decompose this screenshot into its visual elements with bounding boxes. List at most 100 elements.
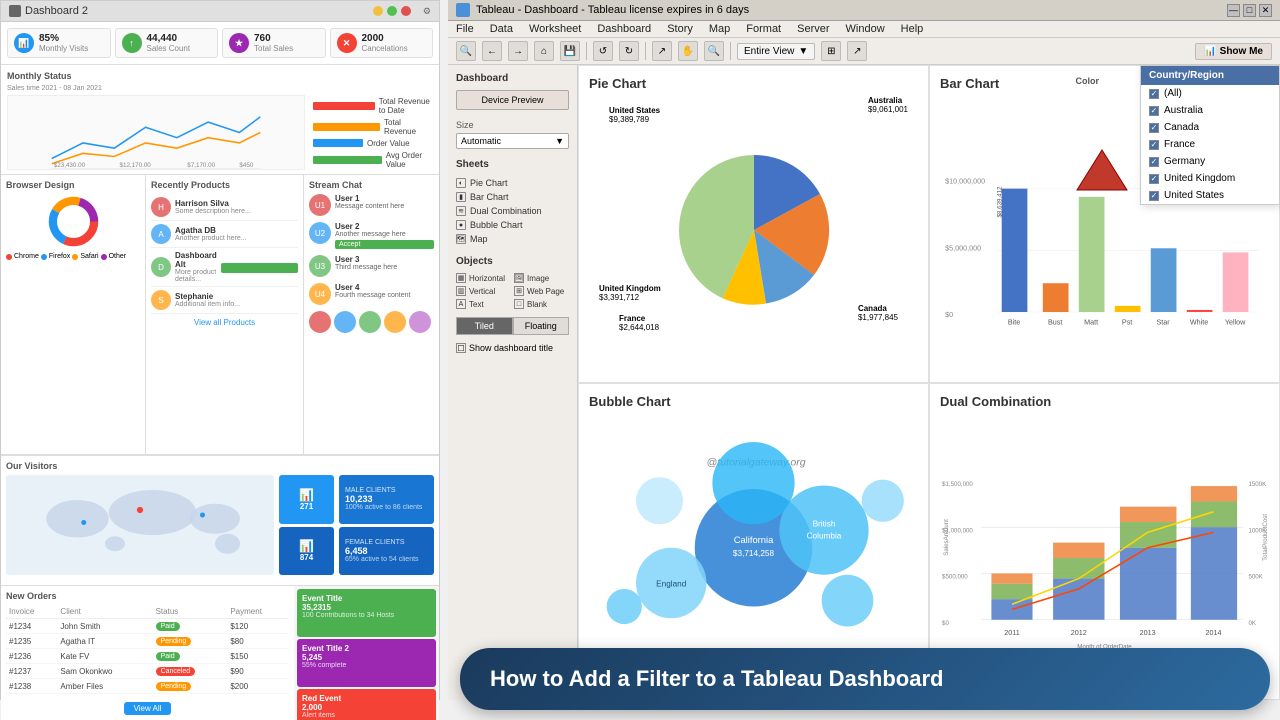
sidebar-item-pie-chart[interactable]: ◐ Pie Chart — [456, 176, 569, 190]
avatar: U2 — [309, 222, 331, 244]
male-clients-title: MALE CLIENTS — [345, 487, 428, 494]
sidebar-item-bubble-chart[interactable]: ● Bubble Chart — [456, 218, 569, 232]
filter-checkbox-canada: ✓ — [1149, 123, 1159, 133]
menu-format[interactable]: Format — [746, 23, 781, 35]
undo-btn[interactable]: ↺ — [593, 41, 613, 61]
object-blank[interactable]: □ Blank — [514, 299, 569, 309]
object-text[interactable]: A Text — [456, 299, 511, 309]
sidebar-item-dual-combination[interactable]: ≋ Dual Combination — [456, 204, 569, 218]
avatar — [409, 311, 431, 333]
svg-text:500K: 500K — [1248, 573, 1263, 580]
menu-file[interactable]: File — [456, 23, 474, 35]
checkbox-icon: ☐ — [456, 343, 466, 353]
filter-item-germany[interactable]: ✓ Germany — [1141, 153, 1279, 170]
country-filter-dropdown[interactable]: Country/Region ✓ (All) ✓ Australia ✓ Can… — [1140, 65, 1280, 205]
event-sub-2: 55% complete — [302, 662, 431, 669]
tableau-icon — [456, 3, 470, 17]
select-btn[interactable]: ↗ — [652, 41, 672, 61]
view-all-products-link[interactable]: View all Products — [151, 318, 298, 327]
sidebar-item-map[interactable]: 🗺 Map — [456, 232, 569, 246]
product-name: Agatha DB — [175, 226, 298, 235]
male-clients-value: 10,233 — [345, 494, 428, 504]
x-label-2013: 2013 — [1140, 628, 1156, 637]
event-title-3: Red Event — [302, 694, 431, 703]
size-dropdown[interactable]: Automatic ▼ — [456, 133, 569, 149]
filter-item-france[interactable]: ✓ France — [1141, 136, 1279, 153]
kpi-card-3: ★ 760 Total Sales — [222, 28, 326, 58]
female-clients-value: 6,458 — [345, 546, 428, 556]
event-cards: Event Title 35,2315 100 Contributions to… — [294, 586, 439, 720]
close-btn[interactable] — [401, 6, 411, 16]
view-selector[interactable]: Entire View ▼ — [737, 43, 815, 60]
event-value-1: 35,2315 — [302, 603, 431, 612]
view-all-button[interactable]: View All — [124, 702, 172, 715]
floating-button[interactable]: Floating — [513, 317, 570, 335]
col-invoice: Invoice — [6, 605, 57, 619]
menu-story[interactable]: Story — [667, 23, 693, 35]
new-orders-title: New Orders — [6, 591, 289, 601]
search-toolbar-btn[interactable]: 🔍 — [456, 41, 476, 61]
visitor-info-cards: MALE CLIENTS 10,233 100% active to 86 cl… — [339, 475, 434, 575]
maximize-btn[interactable] — [387, 6, 397, 16]
bubble-6 — [862, 479, 904, 521]
tiled-button[interactable]: Tiled — [456, 317, 513, 335]
menu-data[interactable]: Data — [490, 23, 513, 35]
home-btn[interactable]: ⌂ — [534, 41, 554, 61]
save-btn[interactable]: 💾 — [560, 41, 580, 61]
avatar — [384, 311, 406, 333]
filter-item-uk[interactable]: ✓ United Kingdom — [1141, 170, 1279, 187]
filter-item-us[interactable]: ✓ United States — [1141, 187, 1279, 204]
forward-btn[interactable]: → — [508, 41, 528, 61]
object-image[interactable]: 🖼 Image — [514, 273, 569, 283]
settings-icon[interactable]: ⚙ — [423, 6, 431, 17]
show-me-button[interactable]: 📊 Show Me — [1195, 43, 1272, 60]
menu-dashboard[interactable]: Dashboard — [597, 23, 651, 35]
svg-text:$450: $450 — [239, 162, 253, 169]
redo-btn[interactable]: ↻ — [619, 41, 639, 61]
product-desc: More product details... — [175, 269, 217, 283]
menu-worksheet[interactable]: Worksheet — [529, 23, 581, 35]
kpi-icon-1: 📊 — [14, 33, 34, 53]
share-btn[interactable]: ↗ — [847, 41, 867, 61]
fix-axes-btn[interactable]: ⊞ — [821, 41, 841, 61]
maximize-button[interactable]: □ — [1243, 4, 1256, 17]
stream-chat-title: Stream Chat — [309, 180, 434, 190]
menu-server[interactable]: Server — [797, 23, 829, 35]
svg-text:$500,000: $500,000 — [942, 573, 968, 580]
filter-item-canada[interactable]: ✓ Canada — [1141, 119, 1279, 136]
pie-label-france: France $2,644,018 — [619, 314, 659, 332]
recently-products-section: Recently Products H Harrison Silva Some … — [146, 175, 304, 454]
object-horizontal[interactable]: ▦ Horizontal — [456, 273, 511, 283]
event-sub-1: 100 Contributions to 34 Hosts — [302, 612, 431, 619]
sidebar-item-bar-chart[interactable]: ▮ Bar Chart — [456, 190, 569, 204]
close-button[interactable]: ✕ — [1259, 4, 1272, 17]
sheets-title: Sheets — [456, 159, 569, 170]
vertical-icon: ▥ — [456, 286, 466, 296]
filter-item-australia[interactable]: ✓ Australia — [1141, 102, 1279, 119]
device-preview-button[interactable]: Device Preview — [456, 90, 569, 110]
menu-map[interactable]: Map — [709, 23, 730, 35]
show-title-checkbox[interactable]: ☐ Show dashboard title — [456, 343, 569, 353]
object-webpage[interactable]: ⊞ Web Page — [514, 286, 569, 296]
progress-bar — [221, 263, 298, 273]
minimize-button[interactable]: — — [1227, 4, 1240, 17]
back-btn[interactable]: ← — [482, 41, 502, 61]
menu-window[interactable]: Window — [846, 23, 885, 35]
monthly-status-section: Monthly Status Sales time 2021 - 08 Jan … — [1, 65, 439, 175]
zoom-btn[interactable]: 🔍 — [704, 41, 724, 61]
filter-label-france: France — [1164, 139, 1195, 150]
y-right-title: TotalProductCost — [1262, 513, 1269, 560]
view-all-btn[interactable]: View All — [6, 698, 289, 716]
filter-item-all[interactable]: ✓ (All) — [1141, 85, 1279, 102]
pan-btn[interactable]: ✋ — [678, 41, 698, 61]
object-vertical[interactable]: ▥ Vertical — [456, 286, 511, 296]
menu-help[interactable]: Help — [901, 23, 924, 35]
minimize-btn[interactable] — [373, 6, 383, 16]
dashboard-titlebar: Dashboard 2 ⚙ — [1, 1, 439, 22]
accept-button[interactable]: Accept — [335, 240, 434, 249]
avatar: D — [151, 257, 171, 277]
dashboard-icon — [9, 5, 21, 17]
chat-message: Another message here — [335, 231, 434, 238]
kpi-label-4: Cancelations — [362, 44, 408, 53]
filter-checkbox-all: ✓ — [1149, 89, 1159, 99]
